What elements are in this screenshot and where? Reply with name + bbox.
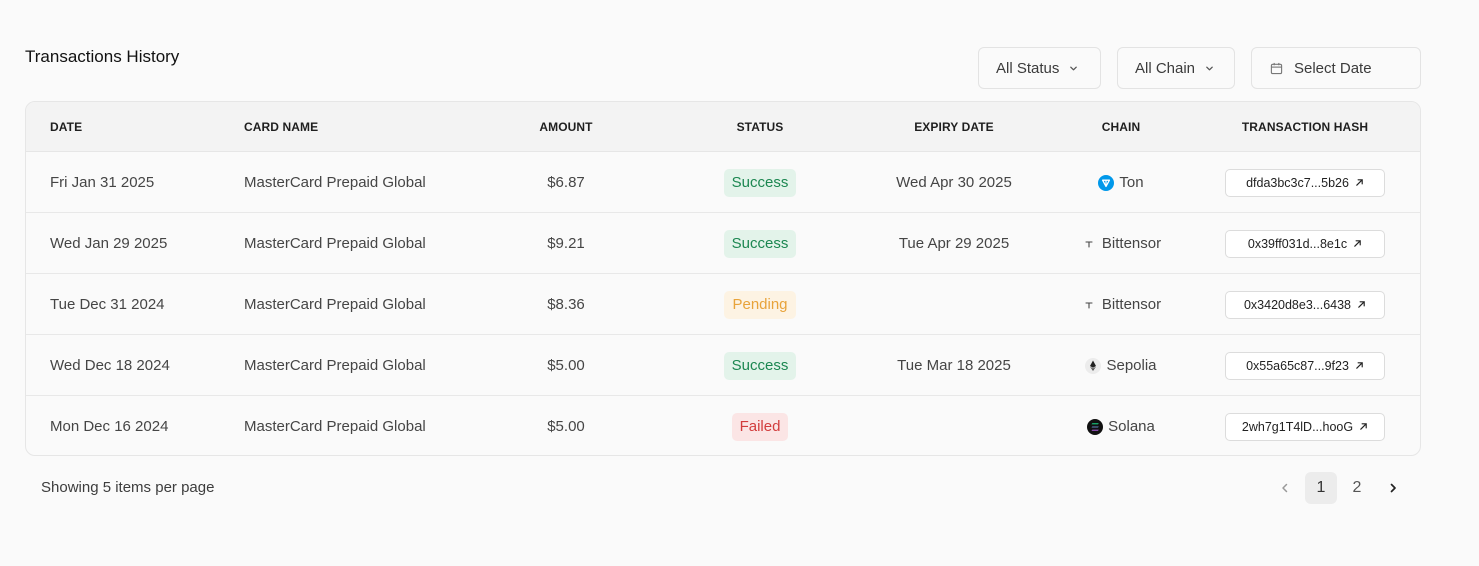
- chevron-left-icon: [1279, 482, 1291, 494]
- chain-name: Sepolia: [1106, 357, 1157, 374]
- items-per-page-text: Showing 5 items per page: [41, 479, 215, 496]
- ton-icon: [1098, 174, 1115, 191]
- calendar-icon: [1270, 62, 1283, 75]
- chevron-down-icon: [1069, 64, 1078, 73]
- amount-cell: $8.36: [547, 296, 585, 313]
- next-page-button[interactable]: [1377, 472, 1409, 504]
- date-cell: Wed Dec 18 2024: [50, 357, 170, 374]
- external-link-icon: [1357, 300, 1366, 309]
- date-cell: Wed Jan 29 2025: [50, 235, 168, 252]
- column-header-chain: CHAIN: [1101, 120, 1141, 134]
- card-name-cell: MasterCard Prepaid Global: [244, 357, 426, 374]
- external-link-icon: [1355, 178, 1364, 187]
- transaction-hash-text: 2wh7g1T4lD...hooG: [1241, 419, 1354, 434]
- chevron-right-icon: [1387, 482, 1399, 494]
- transaction-hash-text: 0x3420d8e3...6438: [1243, 297, 1352, 312]
- chain-cell: Ton: [1071, 152, 1171, 213]
- expiry-date-cell: [879, 396, 1029, 455]
- chevron-down-icon: [1205, 64, 1214, 73]
- page-button-2[interactable]: 2: [1341, 472, 1373, 504]
- status-badge: Failed: [731, 412, 789, 441]
- expiry-date-cell: [879, 274, 1029, 335]
- expiry-date-cell: Tue Apr 29 2025: [898, 235, 1010, 252]
- ethereum-icon: [1085, 357, 1102, 374]
- page-button-1[interactable]: 1: [1305, 472, 1337, 504]
- column-header-transaction-hash: TRANSACTION HASH: [1241, 120, 1369, 134]
- date-picker-placeholder: Select Date: [1294, 59, 1372, 77]
- status-badge: Pending: [724, 290, 796, 319]
- status-badge: Success: [723, 168, 797, 197]
- amount-cell: $5.00: [547, 357, 585, 374]
- solana-icon: [1087, 418, 1104, 435]
- date-cell: Mon Dec 16 2024: [50, 418, 169, 435]
- date-picker-button[interactable]: Select Date: [1251, 47, 1421, 89]
- status-filter-dropdown[interactable]: All Status: [978, 47, 1101, 89]
- external-link-icon: [1359, 422, 1368, 431]
- chain-cell: Solana: [1071, 396, 1171, 455]
- external-link-icon: [1355, 361, 1364, 370]
- amount-cell: $9.21: [547, 235, 585, 252]
- status-badge: Success: [723, 229, 797, 258]
- amount-cell: $5.00: [547, 418, 585, 435]
- column-header-date: DATE: [50, 120, 83, 134]
- bittensor-icon: [1081, 297, 1097, 313]
- table-row: Mon Dec 16 2024 MasterCard Prepaid Globa…: [26, 396, 1420, 455]
- transaction-hash-text: 0x39ff031d...8e1c: [1247, 236, 1348, 251]
- external-link-icon: [1353, 239, 1362, 248]
- table-row: Wed Jan 29 2025 MasterCard Prepaid Globa…: [26, 213, 1420, 274]
- page-title: Transactions History: [25, 47, 180, 66]
- table-row: Fri Jan 31 2025 MasterCard Prepaid Globa…: [26, 152, 1420, 213]
- chain-name: Bittensor: [1101, 235, 1162, 252]
- card-name-cell: MasterCard Prepaid Global: [244, 174, 426, 191]
- transaction-hash-text: 0x55a65c87...9f23: [1246, 358, 1349, 373]
- previous-page-button[interactable]: [1269, 472, 1301, 504]
- transaction-hash-text: dfda3bc3c7...5b26: [1246, 175, 1349, 190]
- status-badge: Success: [723, 351, 797, 380]
- card-name-cell: MasterCard Prepaid Global: [244, 418, 426, 435]
- transaction-hash-link[interactable]: 0x55a65c87...9f23: [1225, 351, 1385, 380]
- card-name-cell: MasterCard Prepaid Global: [244, 296, 426, 313]
- table-row: Wed Dec 18 2024 MasterCard Prepaid Globa…: [26, 335, 1420, 396]
- transaction-hash-link[interactable]: dfda3bc3c7...5b26: [1225, 168, 1385, 197]
- column-header-card-name: CARD NAME: [244, 120, 319, 134]
- transaction-hash-link[interactable]: 0x3420d8e3...6438: [1225, 290, 1385, 319]
- chain-name: Bittensor: [1101, 296, 1162, 313]
- transaction-hash-link[interactable]: 2wh7g1T4lD...hooG: [1225, 412, 1385, 441]
- chain-filter-label: All Chain: [1135, 59, 1196, 77]
- bittensor-icon: [1081, 236, 1097, 252]
- chain-filter-dropdown[interactable]: All Chain: [1117, 47, 1235, 89]
- chain-cell: Sepolia: [1071, 335, 1171, 396]
- filter-bar: All Status All Chain Select Date: [978, 47, 1421, 89]
- status-filter-label: All Status: [996, 59, 1060, 77]
- chain-cell: Bittensor: [1071, 213, 1171, 274]
- expiry-date-cell: Tue Mar 18 2025: [897, 357, 1011, 374]
- pagination: 1 2: [1269, 472, 1413, 504]
- transaction-hash-link[interactable]: 0x39ff031d...8e1c: [1225, 229, 1385, 258]
- column-header-status: STATUS: [736, 120, 784, 134]
- amount-cell: $6.87: [547, 174, 585, 191]
- table-row: Tue Dec 31 2024 MasterCard Prepaid Globa…: [26, 274, 1420, 335]
- chain-cell: Bittensor: [1071, 274, 1171, 335]
- expiry-date-cell: Wed Apr 30 2025: [896, 174, 1012, 191]
- date-cell: Tue Dec 31 2024: [50, 296, 165, 313]
- chain-name: Ton: [1119, 174, 1144, 191]
- column-header-amount: AMOUNT: [539, 120, 593, 134]
- table-header: DATE CARD NAME AMOUNT STATUS EXPIRY DATE…: [26, 102, 1420, 152]
- chain-name: Solana: [1108, 418, 1155, 435]
- date-cell: Fri Jan 31 2025: [50, 174, 155, 191]
- transactions-table: DATE CARD NAME AMOUNT STATUS EXPIRY DATE…: [25, 101, 1421, 456]
- column-header-expiry-date: EXPIRY DATE: [914, 120, 994, 134]
- card-name-cell: MasterCard Prepaid Global: [244, 235, 426, 252]
